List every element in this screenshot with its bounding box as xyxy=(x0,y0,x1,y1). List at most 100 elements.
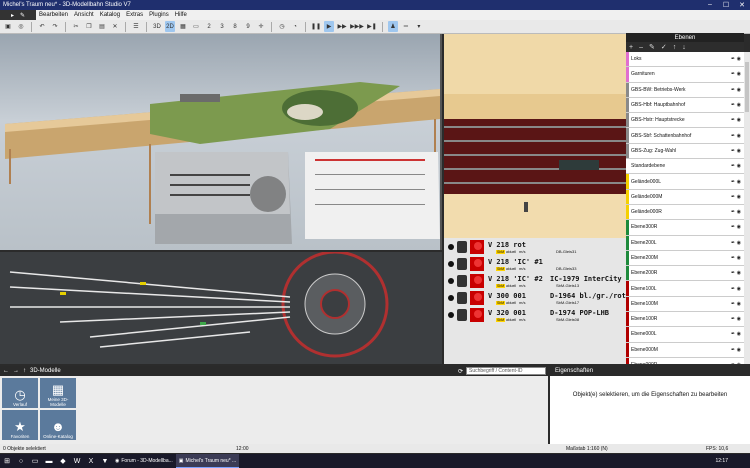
view-2d-button[interactable]: 2D xyxy=(165,21,175,32)
pin-eye-icon[interactable]: ✒ ◉ xyxy=(731,316,741,322)
close-button[interactable]: ✕ xyxy=(734,1,750,9)
up-icon[interactable]: ↑ xyxy=(23,368,26,374)
menu-katalog[interactable]: Katalog xyxy=(97,12,123,18)
train-select-dot[interactable] xyxy=(448,295,454,301)
mode-switch[interactable]: ▸ ✎ xyxy=(0,10,36,20)
move-down-icon[interactable]: ↓ xyxy=(682,44,686,51)
pin-eye-icon[interactable]: ✒ ◉ xyxy=(731,117,741,123)
layer-item[interactable]: Garnituren ✒ ◉ xyxy=(626,67,744,83)
signal-icon[interactable] xyxy=(457,241,467,253)
redo-icon[interactable]: ↷ xyxy=(50,21,60,32)
viewport-3d-overview[interactable] xyxy=(0,34,442,250)
pin-eye-icon[interactable]: ✒ ◉ xyxy=(731,286,741,292)
delete-icon[interactable]: ✕ xyxy=(110,21,120,32)
clock-icon[interactable]: ◷ xyxy=(277,21,287,32)
view-2-button[interactable]: 2 xyxy=(204,21,214,32)
train-select-dot[interactable] xyxy=(448,278,454,284)
taskview-icon[interactable]: ▭ xyxy=(30,456,40,466)
layer-item[interactable]: GBS-Sbf: Schattenbahnhof ✒ ◉ xyxy=(626,128,744,144)
layer-item[interactable]: Ebene300R ✒ ◉ xyxy=(626,220,744,236)
layer-item[interactable]: Standardebene ✒ ◉ xyxy=(626,159,744,175)
faster-forward-icon[interactable]: ▶▶▶ xyxy=(350,21,364,32)
maximize-button[interactable]: ☐ xyxy=(718,1,734,9)
pin-eye-icon[interactable]: ✒ ◉ xyxy=(731,71,741,77)
minimize-button[interactable]: – xyxy=(702,1,718,9)
train-row[interactable]: V 320 001 SbM aktuell m/s D-1974 POP-LHB SbM-… xyxy=(444,308,626,323)
pin-eye-icon[interactable]: ✒ ◉ xyxy=(731,347,741,353)
train-row[interactable]: V 218 'IC' #2 SbM aktuell m/s IC-1979 InterC… xyxy=(444,274,626,289)
layer-item[interactable]: Ebene200R ✒ ◉ xyxy=(626,266,744,282)
pin-eye-icon[interactable]: ✒ ◉ xyxy=(731,194,741,200)
tile-online-katalog[interactable]: ☻ Online-Katalog xyxy=(40,410,76,440)
menu-extras[interactable]: Extras xyxy=(123,12,146,18)
view-9-button[interactable]: 9 xyxy=(243,21,253,32)
layer-item[interactable]: Ebene100L ✒ ◉ xyxy=(626,281,744,297)
pin-eye-icon[interactable]: ✒ ◉ xyxy=(731,209,741,215)
pin-eye-icon[interactable]: ✒ ◉ xyxy=(731,270,741,276)
layer-item[interactable]: Ebene000R ✒ ◉ xyxy=(626,357,744,364)
menu-plugins[interactable]: Plugins xyxy=(146,12,172,18)
layer-item[interactable]: Loks ✒ ◉ xyxy=(626,52,744,68)
layer-item[interactable]: Ebene200L ✒ ◉ xyxy=(626,235,744,251)
layer-item[interactable]: Gelände000R ✒ ◉ xyxy=(626,204,744,221)
task-modellbahn[interactable]: ▣ Michel's Traum neu* ... xyxy=(175,454,240,468)
layer-item[interactable]: Ebene100M ✒ ◉ xyxy=(626,296,744,313)
person-icon[interactable]: ♟ xyxy=(387,21,398,32)
pin-eye-icon[interactable]: ✒ ◉ xyxy=(731,56,741,62)
layer-item[interactable]: Gelände000M ✒ ◉ xyxy=(626,189,744,205)
signal-icon[interactable] xyxy=(457,275,467,287)
add-layer-icon[interactable]: + xyxy=(629,44,633,51)
layer-item[interactable]: Ebene000M ✒ ◉ xyxy=(626,342,744,358)
pin-eye-icon[interactable]: ✒ ◉ xyxy=(731,362,741,364)
viewport-3d-closeup[interactable] xyxy=(444,34,626,238)
menu-bearbeiten[interactable]: Bearbeiten xyxy=(36,12,71,18)
tile-meine-modelle[interactable]: ▦ Meine 3D-Modelle xyxy=(40,378,76,408)
remove-layer-icon[interactable]: – xyxy=(639,44,643,51)
speed-icon[interactable]: ◔ xyxy=(290,21,300,32)
list-icon[interactable]: ☰ xyxy=(131,21,141,32)
crosshair-icon[interactable]: ✛ xyxy=(256,21,266,32)
tile-favoriten[interactable]: ★ Favoriten xyxy=(2,410,38,440)
layer-item[interactable]: Ebene100R ✒ ◉ xyxy=(626,312,744,328)
rails-icon[interactable]: ═ xyxy=(401,21,411,32)
layer-item[interactable]: GBS-Zug: Zug-Wahl ✒ ◉ xyxy=(626,143,744,160)
tile-verlauf[interactable]: ◷ Verlauf xyxy=(2,378,38,408)
pin-eye-icon[interactable]: ✒ ◉ xyxy=(731,301,741,307)
train-select-dot[interactable] xyxy=(448,312,454,318)
pin-eye-icon[interactable]: ✒ ◉ xyxy=(731,102,741,108)
fast-forward-icon[interactable]: ▶▶ xyxy=(337,21,347,32)
undo-icon[interactable]: ↶ xyxy=(37,21,47,32)
forward-icon[interactable]: → xyxy=(13,368,19,374)
explorer-icon[interactable]: ▬ xyxy=(44,456,54,466)
signal-icon[interactable] xyxy=(457,292,467,304)
word-icon[interactable]: W xyxy=(72,456,82,466)
model-search-input[interactable]: Suchbegriff / Content-ID xyxy=(466,367,546,375)
pin-eye-icon[interactable]: ✒ ◉ xyxy=(731,133,741,139)
layer-item[interactable]: Gelände000L ✒ ◉ xyxy=(626,174,744,190)
cut-icon[interactable]: ✂ xyxy=(71,21,81,32)
move-up-icon[interactable]: ↑ xyxy=(673,44,677,51)
pin-eye-icon[interactable]: ✒ ◉ xyxy=(731,148,741,154)
view-8-button[interactable]: 8 xyxy=(230,21,240,32)
grid-icon[interactable]: ▦ xyxy=(178,21,188,32)
copy-icon[interactable]: ❐ xyxy=(84,21,94,32)
train-row[interactable]: V 300 001 SbM aktuell m/s D-1964 bl./gr./rot… xyxy=(444,291,626,306)
start-icon[interactable]: ⊞ xyxy=(2,456,12,466)
search-icon[interactable]: ○ xyxy=(16,456,26,466)
skip-end-icon[interactable]: ▶❚ xyxy=(367,21,377,32)
pin-eye-icon[interactable]: ✒ ◉ xyxy=(731,240,741,246)
vivaldi-icon[interactable]: ▼ xyxy=(100,456,110,466)
refresh-icon[interactable]: ⟳ xyxy=(458,368,463,375)
edit-layer-icon[interactable]: ✎ xyxy=(649,43,655,51)
viewport-train-list[interactable]: V 218 rot SbM aktuell m/s DB-Gleis31 V 218 'I… xyxy=(444,238,626,364)
pin-eye-icon[interactable]: ✒ ◉ xyxy=(731,331,741,337)
train-row[interactable]: V 218 rot SbM aktuell m/s DB-Gleis31 xyxy=(444,240,626,255)
excel-icon[interactable]: X xyxy=(86,456,96,466)
app-icon[interactable]: ◆ xyxy=(58,456,68,466)
pin-eye-icon[interactable]: ✒ ◉ xyxy=(731,255,741,261)
pin-eye-icon[interactable]: ✒ ◉ xyxy=(731,179,741,185)
paste-icon[interactable]: ▤ xyxy=(97,21,107,32)
signal-icon[interactable] xyxy=(457,309,467,321)
layout-icon[interactable]: ▭ xyxy=(191,21,201,32)
pencil-icon[interactable]: ✎ xyxy=(20,12,25,19)
